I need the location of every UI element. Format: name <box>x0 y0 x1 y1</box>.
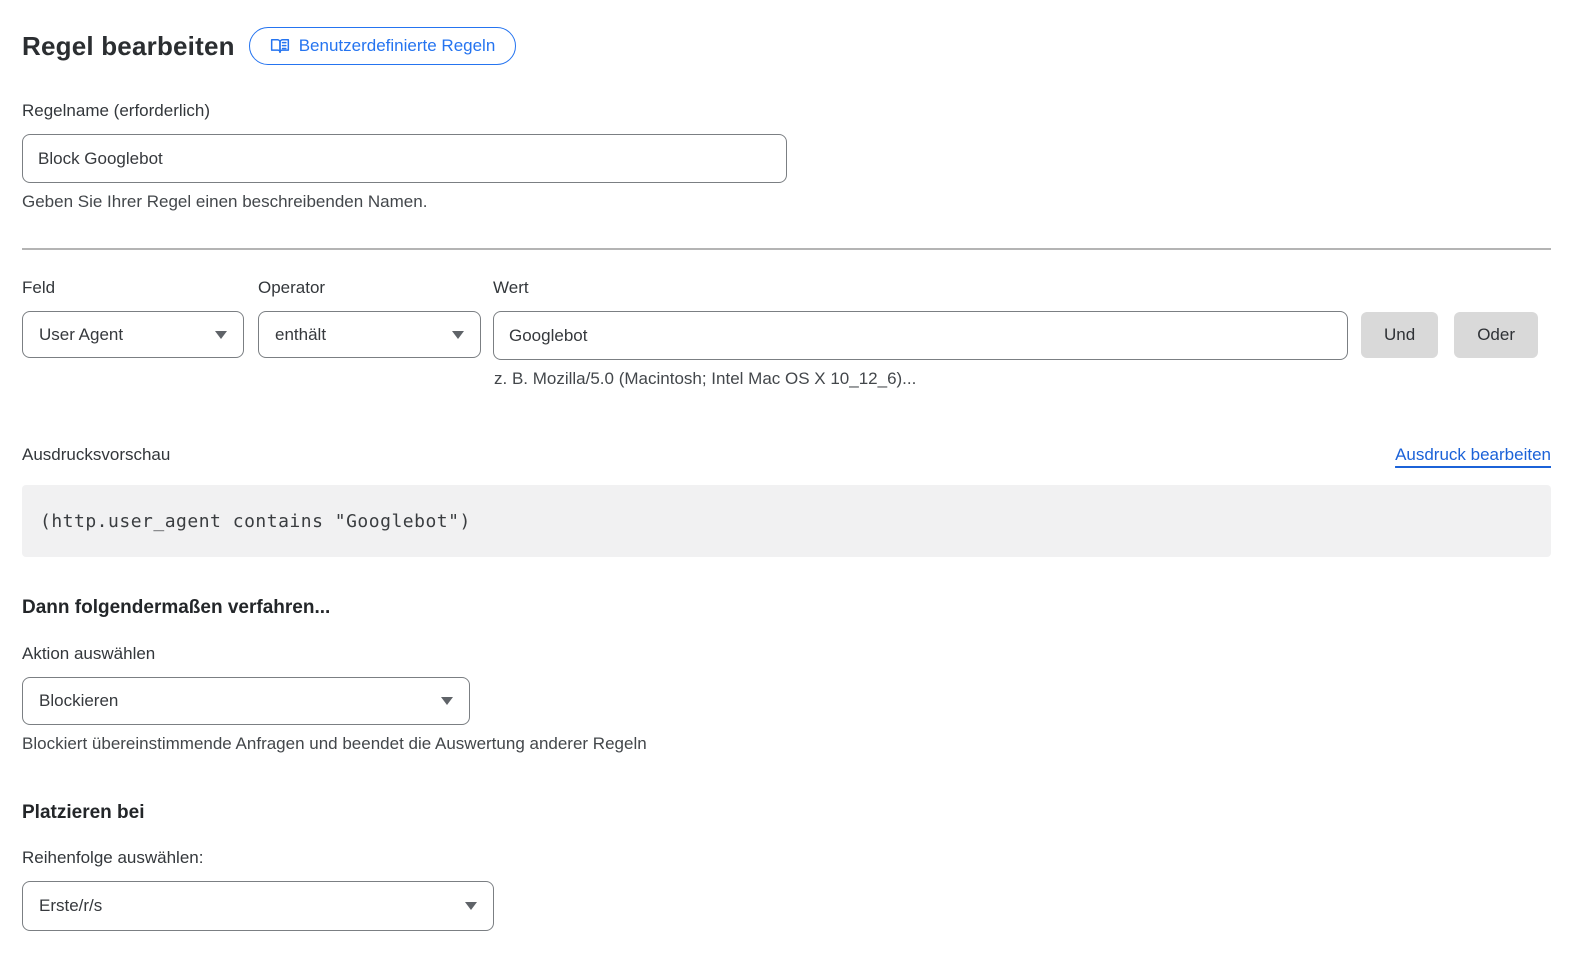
rule-name-input[interactable] <box>22 134 787 183</box>
page-title: Regel bearbeiten <box>22 31 235 62</box>
connector-buttons: Und Oder <box>1361 312 1538 358</box>
field-select[interactable]: User Agent <box>22 311 244 358</box>
value-input[interactable] <box>493 311 1348 360</box>
operator-select[interactable]: enthält <box>258 311 481 358</box>
dropdown-arrow-icon <box>465 902 477 910</box>
action-label: Aktion auswählen <box>22 644 1551 664</box>
rule-name-label: Regelname (erforderlich) <box>22 101 1551 121</box>
order-select[interactable]: Erste/r/s <box>22 881 494 931</box>
expression-preview-box: (http.user_agent contains "Googlebot") <box>22 485 1551 557</box>
expression-preview-section: Ausdrucksvorschau Ausdruck bearbeiten (h… <box>22 445 1551 557</box>
operator-select-value: enthält <box>275 325 326 345</box>
section-divider <box>22 248 1551 250</box>
custom-rules-button-label: Benutzerdefinierte Regeln <box>299 36 496 56</box>
field-label: Feld <box>22 278 244 298</box>
value-help: z. B. Mozilla/5.0 (Macintosh; Intel Mac … <box>493 369 1348 389</box>
placement-section: Platzieren bei Reihenfolge auswählen: Er… <box>22 802 1551 931</box>
expression-preview-label: Ausdrucksvorschau <box>22 445 170 465</box>
open-book-icon <box>270 36 290 56</box>
rule-name-section: Regelname (erforderlich) Geben Sie Ihrer… <box>22 101 1551 212</box>
action-help: Blockiert übereinstimmende Anfragen und … <box>22 734 1551 754</box>
custom-rules-button[interactable]: Benutzerdefinierte Regeln <box>249 27 517 65</box>
preview-header: Ausdrucksvorschau Ausdruck bearbeiten <box>22 445 1551 465</box>
operator-label: Operator <box>258 278 481 298</box>
action-select-value: Blockieren <box>39 691 118 711</box>
value-column: Wert z. B. Mozilla/5.0 (Macintosh; Intel… <box>493 278 1348 389</box>
dropdown-arrow-icon <box>452 331 464 339</box>
rule-name-help: Geben Sie Ihrer Regel einen beschreibend… <box>22 192 1551 212</box>
action-section: Dann folgendermaßen verfahren... Aktion … <box>22 597 1551 754</box>
field-select-value: User Agent <box>39 325 123 345</box>
dropdown-arrow-icon <box>441 697 453 705</box>
operator-column: Operator enthält <box>258 278 481 358</box>
dropdown-arrow-icon <box>215 331 227 339</box>
action-heading: Dann folgendermaßen verfahren... <box>22 597 1551 619</box>
edit-rule-page: Regel bearbeiten Benutzerdefinierte Rege… <box>0 0 1570 971</box>
expression-builder-row: Feld User Agent Operator enthält Wert z.… <box>22 278 1551 389</box>
action-select[interactable]: Blockieren <box>22 677 470 725</box>
edit-expression-link[interactable]: Ausdruck bearbeiten <box>1395 445 1551 465</box>
title-row: Regel bearbeiten Benutzerdefinierte Rege… <box>22 26 1551 66</box>
order-select-value: Erste/r/s <box>39 896 102 916</box>
and-button[interactable]: Und <box>1361 312 1438 358</box>
value-label: Wert <box>493 278 1348 298</box>
order-label: Reihenfolge auswählen: <box>22 848 1551 868</box>
expression-code: (http.user_agent contains "Googlebot") <box>40 511 471 532</box>
placement-heading: Platzieren bei <box>22 802 1551 824</box>
or-button[interactable]: Oder <box>1454 312 1538 358</box>
field-column: Feld User Agent <box>22 278 244 358</box>
